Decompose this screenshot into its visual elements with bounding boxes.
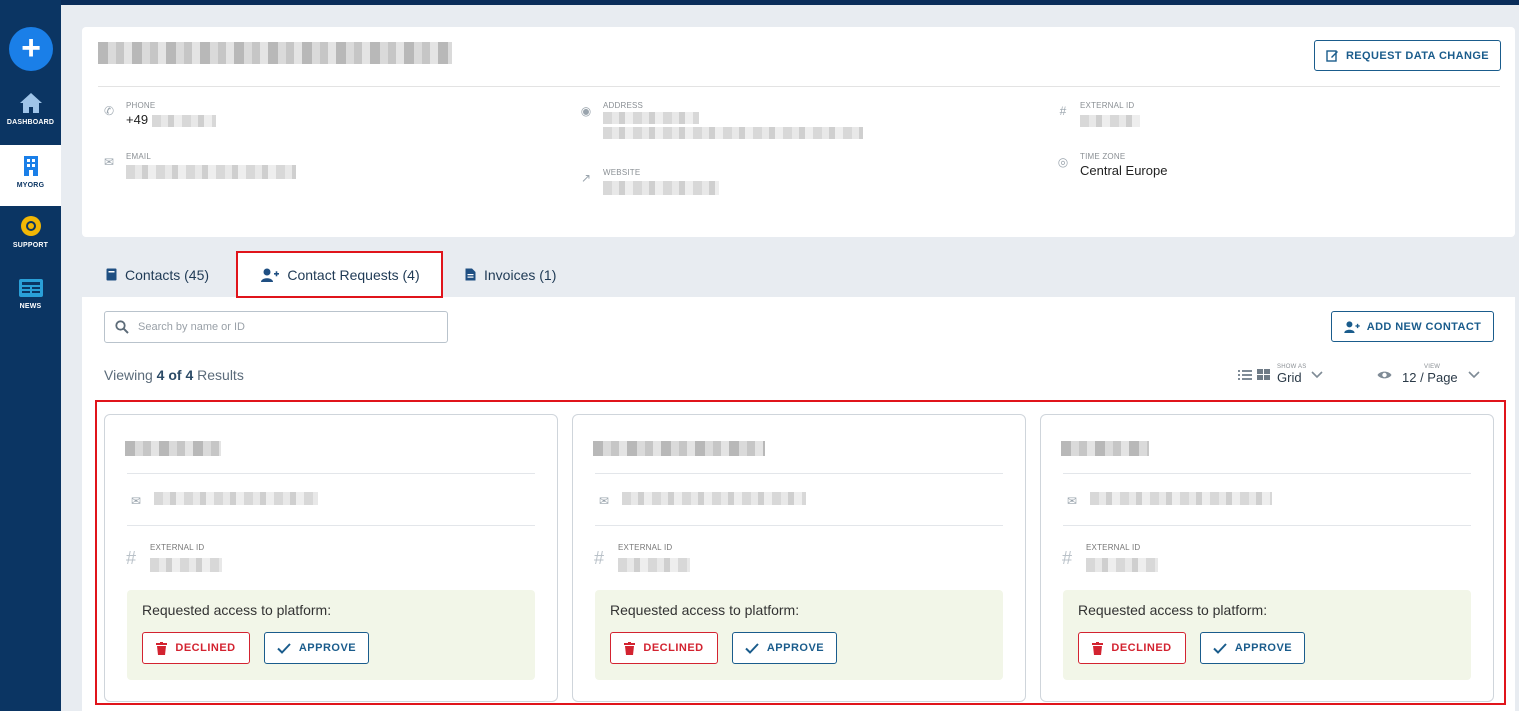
sidebar-item-support[interactable]: SUPPORT xyxy=(0,215,61,257)
external-id-value-redacted xyxy=(1080,112,1140,127)
user-plus-icon xyxy=(1344,320,1360,333)
globe-icon: ◎ xyxy=(1057,155,1069,169)
add-button[interactable]: + xyxy=(9,27,53,71)
book-icon xyxy=(106,268,117,281)
top-accent-bar xyxy=(0,0,1519,5)
address-info: ◉ ADDRESS xyxy=(579,101,879,141)
hash-icon: # xyxy=(1059,104,1067,118)
email-info: ✉ EMAIL xyxy=(102,152,402,182)
lifebuoy-icon xyxy=(20,216,41,236)
sidebar-item-news[interactable]: NEWS xyxy=(0,278,61,320)
sidebar-item-label: SUPPORT xyxy=(12,242,49,249)
timezone-info: ◎ TIME ZONE Central Europe xyxy=(1057,152,1168,178)
sidebar-item-dashboard[interactable]: DASHBOARD xyxy=(0,92,61,138)
address-value-redacted xyxy=(603,112,863,139)
home-icon xyxy=(19,93,42,113)
sidebar: + DASHBOARD MYORG SUPPORT NEWS xyxy=(0,0,61,711)
envelope-icon: ✉ xyxy=(103,155,115,169)
grid-view-icon[interactable] xyxy=(1257,368,1270,381)
sidebar-item-label: NEWS xyxy=(19,303,42,310)
phone-icon: ✆ xyxy=(103,104,115,118)
search-icon xyxy=(115,320,129,334)
sidebar-item-label: MYORG xyxy=(16,182,45,189)
organization-name-redacted xyxy=(98,42,452,64)
building-icon xyxy=(23,156,38,176)
website-info: ↗ WEBSITE xyxy=(579,168,879,198)
newspaper-icon xyxy=(18,279,43,297)
search-box[interactable] xyxy=(104,311,448,343)
eye-icon xyxy=(1377,371,1392,378)
show-as-select[interactable]: SHOW AS Grid xyxy=(1238,364,1323,385)
request-data-change-button[interactable]: REQUEST DATA CHANGE xyxy=(1314,40,1501,71)
map-pin-icon: ◉ xyxy=(580,104,592,118)
results-count: Viewing 4 of 4 Results xyxy=(104,367,244,383)
external-id-info: # EXTERNAL ID xyxy=(1056,101,1356,131)
sidebar-item-label: DASHBOARD xyxy=(6,119,55,126)
annotation-highlight-cards xyxy=(95,400,1506,705)
document-icon xyxy=(465,268,476,281)
page-size-select[interactable]: VIEW 12 / Page xyxy=(1377,364,1480,385)
chevron-down-icon xyxy=(1468,370,1480,378)
website-value-redacted[interactable] xyxy=(603,179,719,195)
add-new-contact-button[interactable]: ADD NEW CONTACT xyxy=(1331,311,1494,342)
phone-value: +49 xyxy=(126,112,216,127)
edit-icon xyxy=(1326,50,1338,62)
search-input[interactable] xyxy=(138,321,428,333)
chevron-down-icon xyxy=(1311,370,1323,378)
sidebar-item-myorg[interactable]: MYORG xyxy=(0,145,61,206)
phone-info: ✆ PHONE +49 xyxy=(102,101,402,131)
email-value-redacted xyxy=(126,163,296,179)
list-view-icon[interactable] xyxy=(1238,369,1252,381)
external-link-icon: ↗ xyxy=(580,171,592,185)
tab-invoices[interactable]: Invoices (1) xyxy=(465,252,556,297)
tab-contacts[interactable]: Contacts (45) xyxy=(106,252,209,297)
annotation-highlight-tab xyxy=(236,251,443,298)
divider xyxy=(98,86,1500,87)
organization-card: REQUEST DATA CHANGE ✆ PHONE +49 ✉ EMAIL … xyxy=(82,27,1515,237)
